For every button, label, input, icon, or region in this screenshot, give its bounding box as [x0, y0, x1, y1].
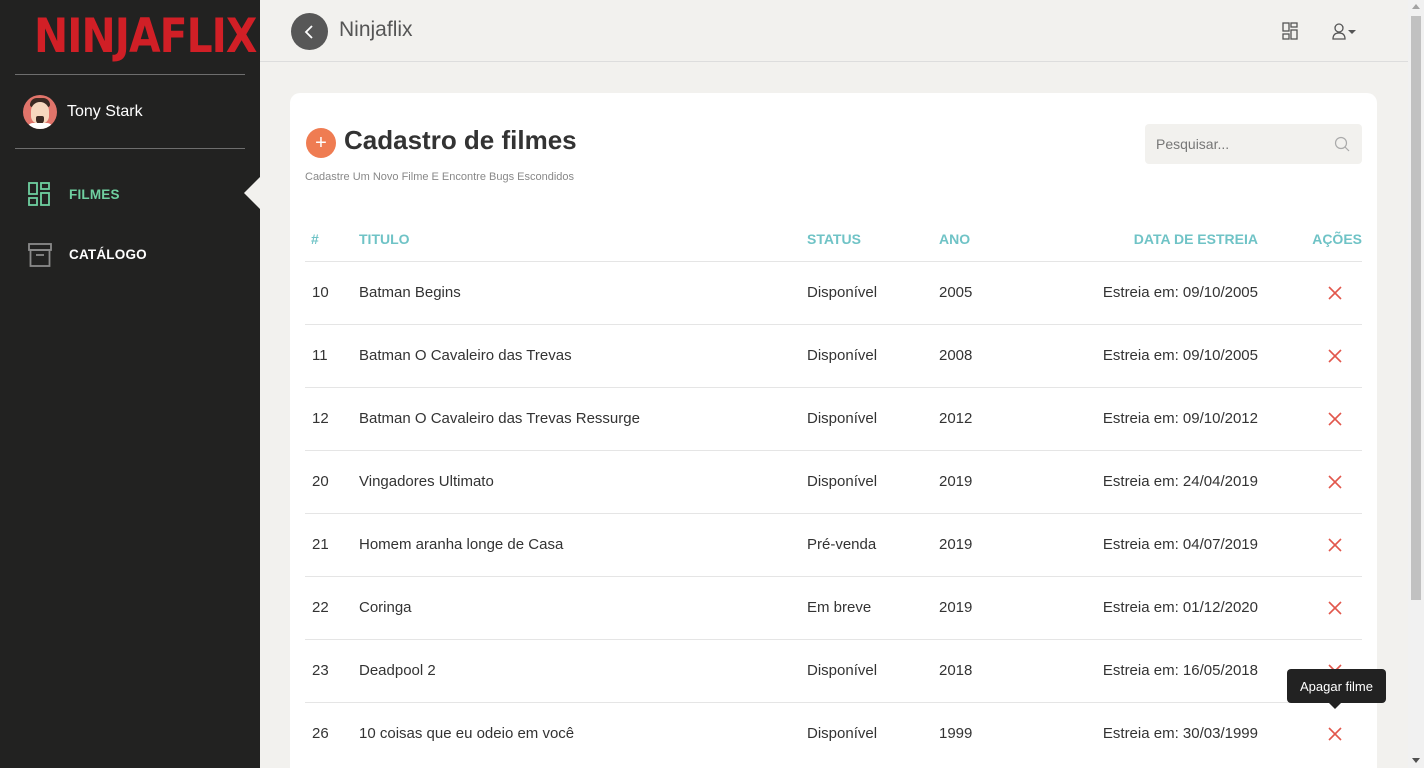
sidebar-item-filmes[interactable]: FILMES [28, 181, 120, 207]
top-header: Ninjaflix [260, 0, 1408, 62]
ninjaflix-logo[interactable]: NINJAFLIX [34, 8, 257, 64]
app-title: Ninjaflix [339, 18, 413, 41]
sidebar-item-label: CATÁLOGO [69, 246, 147, 262]
column-header-title[interactable]: TITULO [359, 231, 410, 247]
cell-release-date: Estreia em: 09/10/2005 [1102, 284, 1258, 301]
cell-title: Coringa [359, 599, 412, 616]
cell-release-date: Estreia em: 16/05/2018 [1102, 662, 1258, 679]
scroll-thumb[interactable] [1411, 16, 1421, 600]
delete-movie-icon[interactable] [1327, 600, 1343, 616]
cell-title: 10 coisas que eu odeio em você [359, 725, 575, 742]
table-row[interactable]: 22 Coringa Em breve 2019 Estreia em: 01/12/2… [305, 576, 1362, 639]
column-header-year[interactable]: ANO [939, 231, 970, 247]
cell-status: Pré-venda [807, 536, 877, 553]
cell-id: 21 [312, 536, 329, 553]
search-input[interactable] [1145, 124, 1325, 164]
cell-id: 22 [312, 599, 329, 616]
cell-title: Batman Begins [359, 284, 461, 301]
cell-release-date: Estreia em: 04/07/2019 [1102, 536, 1258, 553]
movies-card: + Cadastro de filmes Cadastre Um Novo Fi… [290, 93, 1377, 768]
sidebar-divider [15, 74, 245, 75]
cell-year: 1999 [939, 725, 973, 742]
column-header-actions: AÇÕES [1312, 231, 1362, 247]
grid-icon[interactable] [1282, 22, 1298, 45]
cell-title: Batman O Cavaleiro das Trevas Ressurge [359, 410, 640, 427]
cell-title: Vingadores Ultimato [359, 473, 494, 490]
cell-release-date: Estreia em: 24/04/2019 [1102, 473, 1258, 490]
cell-release-date: Estreia em: 09/10/2005 [1102, 347, 1258, 364]
delete-movie-icon[interactable] [1327, 285, 1343, 301]
archive-box-icon [28, 242, 52, 267]
cell-status: Disponível [807, 725, 878, 742]
cell-id: 20 [312, 473, 329, 490]
delete-movie-icon[interactable] [1327, 726, 1343, 742]
sidebar-divider [15, 148, 245, 149]
table-row[interactable]: 26 10 coisas que eu odeio em você Disponív… [305, 702, 1362, 765]
cell-id: 12 [312, 410, 329, 427]
cell-year: 2008 [939, 347, 973, 364]
cell-id: 26 [312, 725, 329, 742]
page-title: Cadastro de filmes [344, 125, 577, 155]
table-row[interactable]: 20 Vingadores Ultimato Disponível 2019 Estre… [305, 450, 1362, 513]
delete-movie-icon[interactable] [1327, 474, 1343, 490]
cell-id: 10 [312, 284, 329, 301]
table-row[interactable]: 23 Deadpool 2 Disponível 2018 Estreia em: 16… [305, 639, 1362, 702]
back-arrow-icon [304, 24, 313, 39]
scroll-down-icon[interactable] [1412, 758, 1420, 763]
cell-release-date: Estreia em: 30/03/1999 [1102, 725, 1258, 742]
add-movie-button[interactable]: + [306, 128, 336, 158]
cell-status: Disponível [807, 662, 878, 679]
table-row[interactable]: 21 Homem aranha longe de Casa Pré-venda 201… [305, 513, 1362, 576]
cell-status: Disponível [807, 347, 878, 364]
dashboard-icon [28, 182, 50, 206]
cell-title: Homem aranha longe de Casa [359, 536, 564, 553]
cell-id: 23 [312, 662, 329, 679]
cell-year: 2005 [939, 284, 973, 301]
active-indicator [244, 177, 260, 209]
delete-movie-icon[interactable] [1327, 411, 1343, 427]
sidebar: NINJAFLIX Tony Stark FILMES CATÁLOGO [0, 0, 260, 768]
cell-title: Batman O Cavaleiro das Trevas [359, 347, 572, 364]
page-subtitle: Cadastre Um Novo Filme E Encontre Bugs E… [305, 171, 575, 183]
back-button[interactable] [291, 13, 328, 50]
avatar [23, 95, 57, 129]
cell-status: Disponível [807, 410, 878, 427]
column-header-release[interactable]: DATA DE ESTREIA [1134, 231, 1258, 247]
user-menu[interactable] [1332, 23, 1364, 46]
sidebar-item-label: FILMES [69, 186, 120, 202]
page-scrollbar[interactable] [1408, 0, 1424, 768]
sidebar-item-catalogo[interactable]: CATÁLOGO [28, 241, 147, 267]
user-profile[interactable]: Tony Stark [23, 95, 143, 129]
column-header-id[interactable]: # [311, 231, 319, 247]
delete-movie-icon[interactable] [1327, 537, 1343, 553]
logo-text: NINJAFLIX [34, 8, 257, 64]
cell-status: Em breve [807, 599, 872, 616]
cell-year: 2019 [939, 473, 973, 490]
cell-year: 2012 [939, 410, 973, 427]
table-row[interactable]: 12 Batman O Cavaleiro das Trevas Ressurge… [305, 387, 1362, 450]
delete-movie-icon[interactable] [1327, 348, 1343, 364]
column-header-status[interactable]: STATUS [807, 231, 861, 247]
cell-title: Deadpool 2 [359, 662, 436, 679]
search-icon[interactable] [1334, 136, 1350, 152]
cell-year: 2019 [939, 536, 973, 553]
user-icon [1332, 23, 1356, 40]
cell-release-date: Estreia em: 01/12/2020 [1102, 599, 1258, 616]
cell-year: 2019 [939, 599, 973, 616]
table-row[interactable]: 10 Batman Begins Disponível 2005 Estreia em:… [305, 261, 1362, 324]
cell-status: Disponível [807, 284, 878, 301]
scroll-up-icon[interactable] [1412, 4, 1420, 9]
user-name: Tony Stark [67, 103, 143, 120]
table-row[interactable]: 11 Batman O Cavaleiro das Trevas Disponíve… [305, 324, 1362, 387]
cell-status: Disponível [807, 473, 878, 490]
delete-tooltip: Apagar filme [1287, 669, 1386, 709]
cell-year: 2018 [939, 662, 973, 679]
search-box [1145, 124, 1362, 164]
cell-id: 11 [312, 347, 328, 364]
cell-release-date: Estreia em: 09/10/2012 [1102, 410, 1258, 427]
